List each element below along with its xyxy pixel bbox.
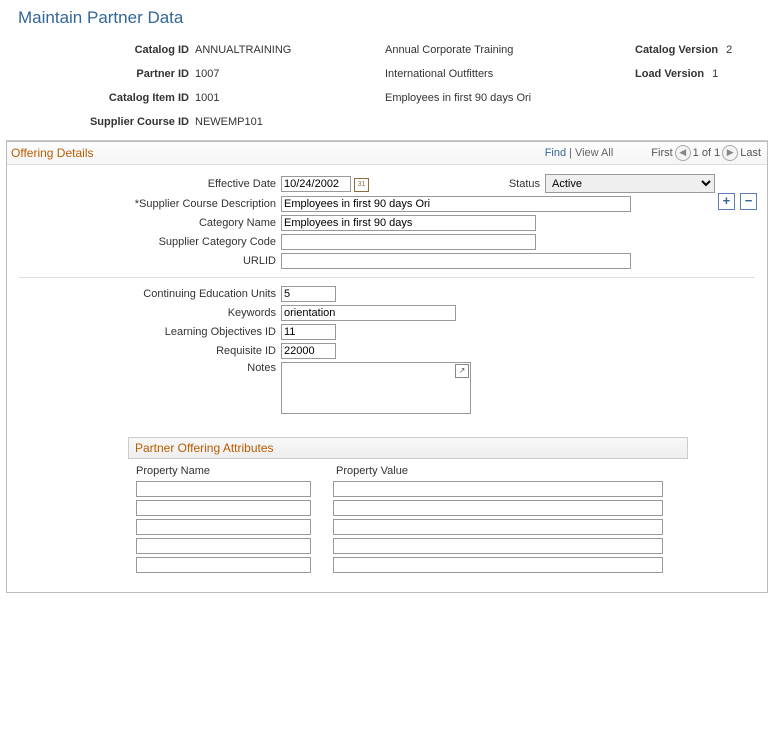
catalog-item-id-value: 1001 [195, 92, 385, 104]
inner-divider [19, 277, 755, 278]
property-value-input[interactable] [333, 519, 663, 535]
partner-id-label: Partner ID [14, 68, 195, 80]
catalog-item-id-label: Catalog Item ID [14, 92, 195, 104]
find-link[interactable]: Find [545, 147, 566, 159]
learning-obj-label: Learning Objectives ID [13, 326, 281, 338]
notes-label: Notes [13, 362, 281, 374]
next-icon[interactable]: ▶ [722, 145, 738, 161]
partner-id-value: 1007 [195, 68, 385, 80]
property-name-input[interactable] [136, 519, 311, 535]
property-name-input[interactable] [136, 557, 311, 573]
catalog-version-label: Catalog Version [635, 44, 718, 56]
first-label[interactable]: First [651, 147, 672, 159]
add-row-button[interactable]: + [718, 193, 735, 210]
header-grid: Catalog ID ANNUALTRAINING Annual Corpora… [14, 38, 760, 134]
property-value-input[interactable] [333, 557, 663, 573]
catalog-id-value: ANNUALTRAINING [195, 44, 385, 56]
catalog-desc: Annual Corporate Training [385, 44, 635, 56]
supplier-category-code-input[interactable] [281, 234, 536, 250]
property-name-input[interactable] [136, 538, 311, 554]
attr-row [136, 481, 680, 497]
supplier-course-id-label: Supplier Course ID [14, 116, 195, 128]
keywords-input[interactable] [281, 305, 456, 321]
property-name-input[interactable] [136, 481, 311, 497]
attr-row [136, 519, 680, 535]
attr-row [136, 538, 680, 554]
section-title: Offering Details [11, 146, 93, 160]
prev-icon[interactable]: ◀ [675, 145, 691, 161]
page-title: Maintain Partner Data [18, 8, 768, 28]
remove-row-button[interactable]: − [740, 193, 757, 210]
learning-obj-input[interactable] [281, 324, 336, 340]
catalog-item-desc: Employees in first 90 days Ori [385, 92, 635, 104]
supplier-course-desc-label: *Supplier Course Description [13, 198, 281, 210]
status-label: Status [509, 178, 545, 190]
last-label[interactable]: Last [740, 147, 761, 159]
attr-row [136, 557, 680, 573]
attributes-title: Partner Offering Attributes [128, 437, 688, 459]
keywords-label: Keywords [13, 307, 281, 319]
requisite-label: Requisite ID [13, 345, 281, 357]
category-name-input[interactable] [281, 215, 536, 231]
property-name-input[interactable] [136, 500, 311, 516]
urlid-label: URLID [13, 255, 281, 267]
property-value-input[interactable] [333, 538, 663, 554]
ceu-input[interactable] [281, 286, 336, 302]
expand-icon[interactable]: ↗ [455, 364, 469, 378]
property-value-input[interactable] [333, 481, 663, 497]
requisite-input[interactable] [281, 343, 336, 359]
property-value-input[interactable] [333, 500, 663, 516]
status-select[interactable]: Active [545, 174, 715, 193]
supplier-course-id-value: NEWEMP101 [195, 116, 385, 128]
supplier-course-desc-input[interactable] [281, 196, 631, 212]
urlid-input[interactable] [281, 253, 631, 269]
supplier-category-code-label: Supplier Category Code [13, 236, 281, 248]
counter-label: 1 of 1 [693, 147, 721, 159]
calendar-icon[interactable] [353, 176, 369, 192]
effective-date-input[interactable] [281, 176, 351, 192]
offering-details-section: Offering Details Find | View All First ◀… [6, 141, 768, 593]
view-all-link[interactable]: View All [575, 147, 613, 159]
ceu-label: Continuing Education Units [13, 288, 281, 300]
load-version-label: Load Version [635, 68, 704, 80]
catalog-version-value: 2 [718, 44, 744, 56]
partner-offering-attributes: Partner Offering Attributes Property Nam… [128, 437, 688, 582]
notes-textarea[interactable] [281, 362, 471, 414]
partner-desc: International Outfitters [385, 68, 635, 80]
load-version-value: 1 [704, 68, 730, 80]
property-name-header: Property Name [136, 465, 336, 477]
effective-date-label: Effective Date [13, 178, 281, 190]
property-value-header: Property Value [336, 465, 408, 477]
category-name-label: Category Name [13, 217, 281, 229]
attr-row [136, 500, 680, 516]
catalog-id-label: Catalog ID [14, 44, 195, 56]
